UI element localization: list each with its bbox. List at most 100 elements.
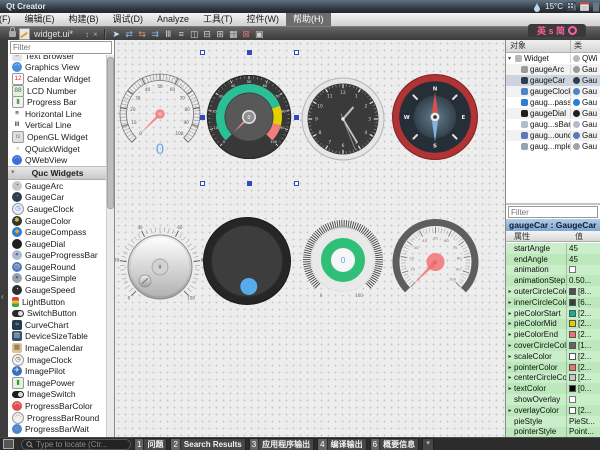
property-value-cell[interactable]: 45 xyxy=(566,254,600,265)
property-row-showoverlay[interactable]: showOverlay xyxy=(506,394,600,405)
gauge-arc-widget[interactable]: 01020304050607080901000 xyxy=(115,70,205,156)
inspector-row-gaugecar[interactable]: gaugeCarGau xyxy=(506,75,600,86)
sidebar-item-lcd-number[interactable]: 88LCD Number xyxy=(8,85,107,97)
sidebar-item-text-browser[interactable]: ≡Text Browser xyxy=(8,55,107,62)
lock-icon[interactable] xyxy=(9,31,16,37)
sidebar-item-imageswitch[interactable]: ImageSwitch xyxy=(8,389,107,401)
inspector-row-gaug-pass[interactable]: gaug...passGau xyxy=(506,97,600,108)
inspector-row-gaugearc[interactable]: gaugeArcGau xyxy=(506,64,600,75)
inspector-row-widget[interactable]: ▾WidgetQWi xyxy=(506,53,600,64)
sidebar-item-gaugeclock[interactable]: ◷GaugeClock xyxy=(8,203,107,215)
property-expander-icon[interactable]: ▸ xyxy=(506,385,514,392)
property-row-textcolor[interactable]: ▸textColor[0... xyxy=(506,383,600,394)
gauge-clock-widget[interactable]: 123456789101112 xyxy=(301,77,385,161)
inspector-row-gaugeclock[interactable]: gaugeClockGau xyxy=(506,86,600,97)
gauge-round-widget[interactable] xyxy=(202,216,292,306)
selection-handle[interactable] xyxy=(294,181,299,186)
edit-tab-order-icon[interactable]: ⇉ xyxy=(149,28,162,41)
menu-item-analyze[interactable]: Analyze xyxy=(150,13,196,26)
sidebar-item-gaugesimple[interactable]: ●GaugeSimple xyxy=(8,273,107,285)
widget-filter-input[interactable] xyxy=(10,41,112,54)
gauge-compass-widget[interactable]: NESW xyxy=(392,74,478,160)
input-method-badge[interactable]: 英 s 简 xyxy=(528,24,586,37)
sidebar-item-gaugearc[interactable]: ◔GaugeArc xyxy=(8,180,107,192)
checkbox[interactable] xyxy=(569,266,576,273)
sidebar-item-curvechart[interactable]: ≈CurveChart xyxy=(8,319,107,331)
gauge-dial-widget[interactable]: 0204060801000 xyxy=(115,222,205,312)
temperature-indicator[interactable]: 15°C xyxy=(545,0,563,13)
property-value-cell[interactable]: [2... xyxy=(566,351,600,362)
sidebar-item-imagepower[interactable]: ▮ImagePower xyxy=(8,377,107,389)
property-expander-icon[interactable]: ▸ xyxy=(506,342,514,349)
document-switch-icon[interactable]: ↕ xyxy=(85,30,89,39)
selection-handle[interactable] xyxy=(247,181,252,186)
sidebar-item-gaugeround[interactable]: ◷GaugeRound xyxy=(8,261,107,273)
sidebar-item-opengl-widget[interactable]: ⧅OpenGL Widget xyxy=(8,131,107,143)
property-row-startangle[interactable]: startAngle45 xyxy=(506,243,600,254)
property-value-cell[interactable] xyxy=(566,265,600,276)
sidebar-item-calendar-widget[interactable]: 12Calendar Widget xyxy=(8,73,107,85)
property-value-cell[interactable]: 45 xyxy=(566,243,600,254)
sidebar-item-qwebview[interactable]: ◠QWebView xyxy=(8,154,107,166)
sidebar-item-imagepilot[interactable]: ✈ImagePilot xyxy=(8,365,107,377)
selection-handle[interactable] xyxy=(200,50,205,55)
edit-buddies-icon[interactable]: ⇆ xyxy=(136,28,149,41)
sidebar-item-devicesizetable[interactable]: ▤DeviceSizeTable xyxy=(8,331,107,343)
property-row-piecolorstart[interactable]: ▸pieColorStart[2... xyxy=(506,308,600,319)
sidebar-item-horizontal-line[interactable]: ≡Horizontal Line xyxy=(8,108,107,120)
property-value-cell[interactable]: PieSt... xyxy=(566,416,600,427)
sidebar-item-progressbarwait[interactable]: ◌ProgressBarWait xyxy=(8,423,107,435)
edit-widgets-icon[interactable]: ➤ xyxy=(110,28,123,41)
clipped-tray-icon[interactable] xyxy=(593,2,599,12)
close-document-icon[interactable]: × xyxy=(93,30,98,39)
property-row-overlaycolor[interactable]: ▸overlayColor[2... xyxy=(506,405,600,416)
sidebar-collapse-arrow[interactable]: ‹ xyxy=(1,292,4,301)
grid-layout-icon[interactable]: ▦ xyxy=(227,28,240,41)
property-value-cell[interactable]: [2... xyxy=(566,362,600,373)
selection-handle[interactable] xyxy=(294,115,299,120)
property-value-cell[interactable]: [6... xyxy=(566,297,600,308)
selection-handle[interactable] xyxy=(200,181,205,186)
sidebar-item-imagecalendar[interactable]: ▦ImageCalendar xyxy=(8,342,107,354)
gauge-progressbar-widget[interactable]: 00100 xyxy=(299,217,387,305)
property-row-piecolormid[interactable]: ▸pieColorMid[2... xyxy=(506,319,600,330)
selection-handle[interactable] xyxy=(247,50,252,55)
property-value-cell[interactable]: Point... xyxy=(566,427,600,437)
checkbox[interactable] xyxy=(569,396,576,403)
property-expander-icon[interactable]: ▸ xyxy=(506,364,514,371)
property-expander-icon[interactable]: ▸ xyxy=(506,288,514,295)
output-pane-button-4[interactable]: 4编译输出 xyxy=(317,438,366,450)
property-value-cell[interactable]: [2... xyxy=(566,329,600,340)
selection-handle[interactable] xyxy=(294,50,299,55)
sidebar-item-gaugedial[interactable]: GaugeDial xyxy=(8,238,107,250)
edit-signals-slots-icon[interactable]: ⇄ xyxy=(123,28,136,41)
property-value-cell[interactable]: [2... xyxy=(566,308,600,319)
property-row-piecolorend[interactable]: ▸pieColorEnd[2... xyxy=(506,329,600,340)
menu-item--b-[interactable]: 构建(B) xyxy=(62,13,106,26)
property-expander-icon[interactable]: ▸ xyxy=(506,320,514,327)
form-canvas[interactable]: 01020304050607080901000 0102030405060708… xyxy=(115,40,505,437)
property-row-pointerstyle[interactable]: pointerStylePoint... xyxy=(506,427,600,437)
sidebar-item-gaugecar[interactable]: ◔GaugeCar xyxy=(8,192,107,204)
menu-item--f-[interactable]: 文件(F) xyxy=(0,13,18,26)
form-layout-icon[interactable]: ⊞ xyxy=(214,28,227,41)
property-row-endangle[interactable]: endAngle45 xyxy=(506,254,600,265)
menu-item--t-[interactable]: 工具(T) xyxy=(196,13,240,26)
property-row-innercirclecolor[interactable]: ▸innerCircleColor[6... xyxy=(506,297,600,308)
property-expander-icon[interactable]: ▸ xyxy=(506,374,514,381)
inspector-row-gaug-sbar[interactable]: gaug...sBarGau xyxy=(506,119,600,130)
selection-handle[interactable] xyxy=(200,115,205,120)
class-column-header[interactable]: 类 xyxy=(571,40,582,52)
property-value-column-header[interactable]: 值 xyxy=(573,231,583,241)
property-value-cell[interactable]: [2... xyxy=(566,319,600,330)
ink-drop-icon[interactable] xyxy=(533,2,541,12)
adjust-size-icon[interactable]: ▣ xyxy=(253,28,266,41)
break-layout-icon[interactable]: ⊠ xyxy=(240,28,253,41)
property-row-animation[interactable]: animation xyxy=(506,265,600,276)
inspector-row-gaugedial[interactable]: gaugeDialGau xyxy=(506,108,600,119)
sidebar-item-graphics-view[interactable]: ◠Graphics View xyxy=(8,62,107,74)
building-icon[interactable] xyxy=(567,2,576,11)
output-pane-button-3[interactable]: 3应用程序输出 xyxy=(249,438,314,450)
property-expander-icon[interactable]: ▸ xyxy=(506,331,514,338)
object-column-header[interactable]: 对象 xyxy=(506,40,571,52)
